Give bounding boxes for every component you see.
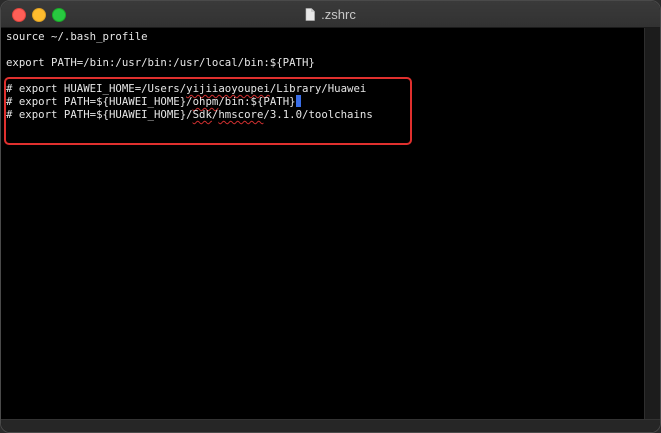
code-line-1: source ~/.bash_profile	[6, 30, 148, 43]
vertical-scrollbar[interactable]	[644, 28, 660, 420]
document-icon	[305, 7, 315, 21]
title-bar[interactable]: .zshrc	[1, 1, 660, 28]
window-title-container: .zshrc	[1, 1, 660, 27]
window-title: .zshrc	[321, 6, 356, 22]
window-bottom-bar	[1, 419, 660, 432]
annotation-highlight-box	[4, 77, 412, 145]
terminal-window: .zshrc source ~/.bash_profile export PAT…	[0, 0, 661, 433]
code-line-2: export PATH=/bin:/usr/bin:/usr/local/bin…	[6, 56, 315, 69]
